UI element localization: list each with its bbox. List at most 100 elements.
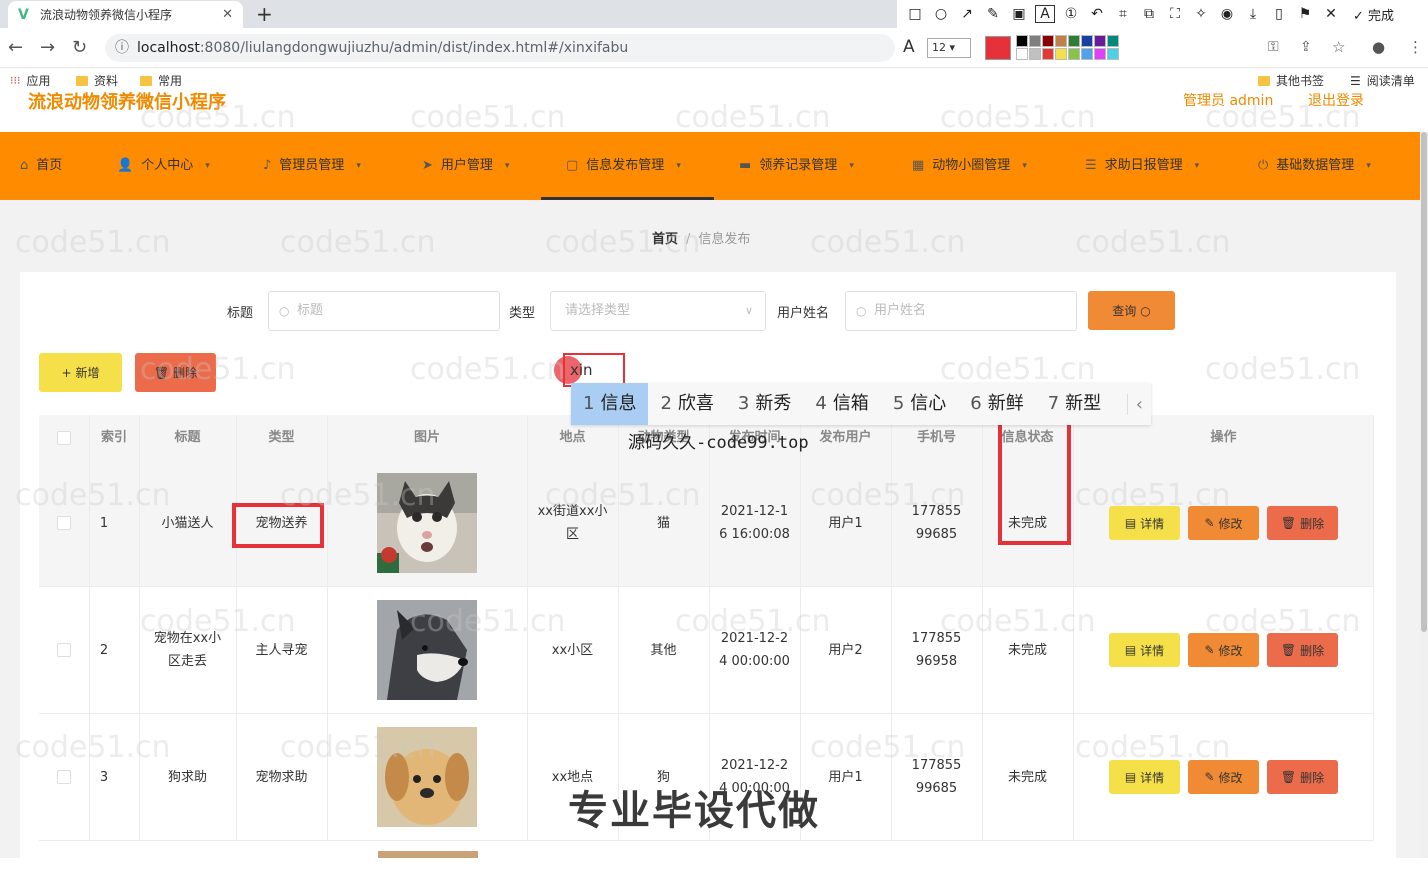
pin-icon[interactable]: ✧ <box>1191 6 1211 22</box>
menu-adopt[interactable]: ▬ 领养记录管理 ▾ <box>739 132 854 200</box>
color-swatch[interactable] <box>1107 35 1119 47</box>
color-swatch[interactable] <box>1107 48 1119 60</box>
current-color-swatch[interactable] <box>985 36 1011 60</box>
download-icon[interactable]: ⤓ <box>1243 6 1263 22</box>
bookmark-apps[interactable]: ⁝⁝⁝ 应用 <box>10 72 51 89</box>
color-swatch[interactable] <box>1055 35 1067 47</box>
bookmark-folder[interactable]: 资料 <box>76 72 118 89</box>
add-button[interactable]: + 新增 <box>39 353 122 392</box>
menu-base[interactable]: ⏻ 基础数据管理 ▾ <box>1258 132 1371 200</box>
ime-candidate[interactable]: 3 新秀 <box>726 383 803 425</box>
url-field[interactable]: ⓘ localhost:8080/liulangdongwujiuzhu/adm… <box>105 34 895 62</box>
phone-icon[interactable]: ▯ <box>1269 6 1289 22</box>
key-icon[interactable]: ⚿ <box>1268 39 1279 55</box>
delete-button[interactable]: 🗑 删除 <box>1267 506 1338 540</box>
bookmark-icon[interactable]: ⚑ <box>1295 6 1315 22</box>
bookmark-folder[interactable]: 常用 <box>140 72 182 89</box>
row-checkbox[interactable] <box>57 770 71 784</box>
ime-candidate[interactable]: 2 欣喜 <box>648 383 725 425</box>
menu-users[interactable]: ➤ 用户管理 ▾ <box>422 132 509 200</box>
menu-circle[interactable]: ▦ 动物小圈管理 ▾ <box>912 132 1027 200</box>
browser-tab[interactable]: V 流浪动物领养微信小程序 ✕ <box>8 1 243 28</box>
color-swatch[interactable] <box>1081 48 1093 60</box>
color-swatch[interactable] <box>1081 35 1093 47</box>
page-scrollbar[interactable] <box>1420 132 1428 858</box>
menu-home[interactable]: ⌂ 首页 <box>20 132 62 200</box>
edit-icon: ✎ <box>1204 770 1215 784</box>
color-swatch[interactable] <box>1042 48 1054 60</box>
search-icon: ○ <box>1140 303 1151 318</box>
mosaic-tool-icon[interactable]: ▣ <box>1009 6 1029 22</box>
color-swatch[interactable] <box>1016 48 1028 60</box>
profile-icon[interactable]: ● <box>1372 38 1385 56</box>
send-icon: ➤ <box>422 158 433 173</box>
detail-button[interactable]: ▤ 详情 <box>1109 760 1180 794</box>
record-icon[interactable]: ◉ <box>1217 6 1237 22</box>
ime-candidate[interactable]: 6 新鲜 <box>958 383 1035 425</box>
logout-link[interactable]: 退出登录 <box>1308 92 1364 110</box>
row-checkbox[interactable] <box>57 643 71 657</box>
menu-help[interactable]: ☰ 求助日报管理 ▾ <box>1085 132 1199 200</box>
color-swatch[interactable] <box>1029 48 1041 60</box>
back-icon[interactable]: ← <box>8 37 23 58</box>
menu-admin[interactable]: ♪ 管理员管理 ▾ <box>263 132 361 200</box>
title-search-input[interactable]: ○ 标题 <box>268 291 500 331</box>
expand-icon[interactable]: ⛶ <box>1165 6 1185 22</box>
site-info-icon[interactable]: ⓘ <box>115 34 129 62</box>
ime-candidate[interactable]: 7 新型 <box>1036 383 1113 425</box>
copy-icon[interactable]: ⧉ <box>1139 6 1159 22</box>
edit-icon: ✎ <box>1204 643 1215 657</box>
color-swatch[interactable] <box>1042 35 1054 47</box>
select-all-checkbox[interactable] <box>57 430 71 445</box>
pen-tool-icon[interactable]: ✎ <box>983 6 1003 22</box>
breadcrumb-home[interactable]: 首页 <box>652 232 678 247</box>
ime-candidate[interactable]: 4 信箱 <box>803 383 880 425</box>
color-swatch[interactable] <box>1055 48 1067 60</box>
text-tool-icon[interactable]: A <box>1035 5 1055 23</box>
ime-candidate[interactable]: 5 信心 <box>881 383 958 425</box>
share-icon[interactable]: ⇪ <box>1300 39 1312 55</box>
query-button[interactable]: 查询 ○ <box>1088 291 1175 330</box>
undo-icon[interactable]: ↶ <box>1087 6 1107 22</box>
cancel-icon[interactable]: ✕ <box>1321 6 1341 22</box>
plus-icon: + <box>61 365 72 380</box>
number-tool-icon[interactable]: ① <box>1061 6 1081 22</box>
more-icon[interactable]: ⋮ <box>1408 38 1423 56</box>
chevron-left-icon[interactable]: ‹ <box>1126 393 1151 415</box>
reload-icon[interactable]: ↻ <box>72 37 87 58</box>
delete-button[interactable]: 🗑 删除 <box>1267 633 1338 667</box>
color-swatch[interactable] <box>1016 35 1028 47</box>
color-swatch[interactable] <box>1094 48 1106 60</box>
cell-status: 未完成 <box>1007 769 1047 785</box>
ime-candidate[interactable]: 1 信息 <box>571 383 649 425</box>
arrow-tool-icon[interactable]: ↗ <box>957 6 977 22</box>
menu-profile[interactable]: 👤 个人中心 ▾ <box>117 132 210 200</box>
font-size-select[interactable]: 12 ▾ <box>927 38 971 58</box>
edit-button[interactable]: ✎ 修改 <box>1188 506 1259 540</box>
crop-icon[interactable]: ⌗ <box>1113 6 1133 22</box>
color-swatch[interactable] <box>1068 48 1080 60</box>
annot-done-button[interactable]: ✓ 完成 <box>1353 5 1394 24</box>
delete-button[interactable]: 🗑 删除 <box>1267 760 1338 794</box>
edit-button[interactable]: ✎ 修改 <box>1188 760 1259 794</box>
batch-delete-button[interactable]: 🗑 删除 <box>135 353 216 392</box>
tab-close-icon[interactable]: ✕ <box>222 7 233 22</box>
bookmark-other[interactable]: 其他书签 <box>1258 72 1324 89</box>
detail-button[interactable]: ▤ 详情 <box>1109 506 1180 540</box>
type-select[interactable]: 请选择类型 ∨ <box>550 291 766 331</box>
user-search-input[interactable]: ○ 用户姓名 <box>845 291 1077 331</box>
rect-tool-icon[interactable]: □ <box>905 6 925 22</box>
menu-info[interactable]: ▢ 信息发布管理 ▾ <box>566 132 681 200</box>
row-checkbox[interactable] <box>57 516 71 530</box>
color-swatch[interactable] <box>1029 35 1041 47</box>
color-swatch[interactable] <box>1094 35 1106 47</box>
edit-button[interactable]: ✎ 修改 <box>1188 633 1259 667</box>
color-swatch[interactable] <box>1068 35 1080 47</box>
circle-tool-icon[interactable]: ○ <box>931 6 951 22</box>
detail-button[interactable]: ▤ 详情 <box>1109 633 1180 667</box>
scrollbar-thumb[interactable] <box>1421 132 1427 632</box>
reading-list[interactable]: ☰ 阅读清单 <box>1350 72 1415 89</box>
forward-icon[interactable]: → <box>40 37 55 58</box>
new-tab-icon[interactable]: + <box>256 2 273 26</box>
star-icon[interactable]: ☆ <box>1332 38 1345 56</box>
